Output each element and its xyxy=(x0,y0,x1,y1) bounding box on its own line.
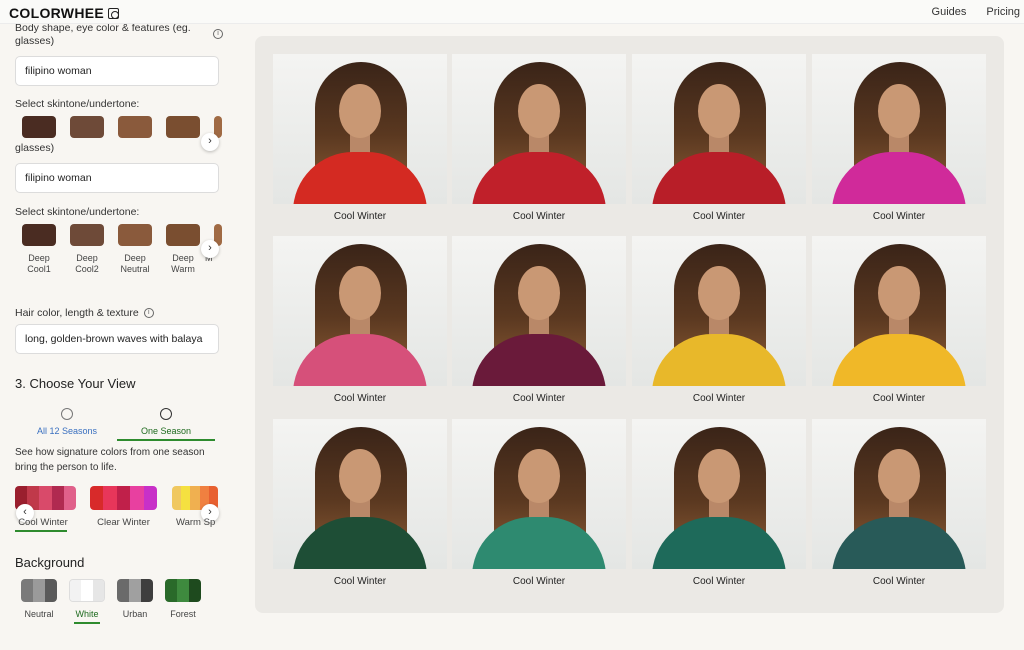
skintone-name: Deep Neutral xyxy=(120,253,150,274)
portrait-caption: Cool Winter xyxy=(872,211,926,222)
tab-one-season[interactable]: One Season xyxy=(116,408,216,436)
results-gallery: Cool Winter Cool Winter Cool Winter Cool Wi… xyxy=(255,36,1004,613)
skintone-name: Deep Cool1 xyxy=(27,253,51,274)
chevron-right-icon[interactable]: › xyxy=(201,133,219,151)
view-description: See how signature colors from one season… xyxy=(15,447,205,473)
logo-icon xyxy=(108,7,119,19)
background-label: Urban xyxy=(122,609,148,619)
portrait-caption: Cool Winter xyxy=(872,576,926,587)
skintone-label: Select skintone/undertone: xyxy=(15,98,140,110)
logo-text[interactable]: COLORWHEE xyxy=(9,5,104,21)
background-swatch-neutral[interactable] xyxy=(21,579,57,602)
skintone-swatch[interactable] xyxy=(166,224,200,246)
top-bar: COLORWHEE Guides Pricing xyxy=(0,0,1024,24)
sidebar: Body shape, eye color & features (eg. gl… xyxy=(0,24,232,650)
view-heading: 3. Choose Your View xyxy=(15,376,136,391)
portrait-image[interactable] xyxy=(632,419,806,569)
portrait-image[interactable] xyxy=(812,419,986,569)
active-palette-underline xyxy=(15,530,67,532)
portrait-image[interactable] xyxy=(452,419,626,569)
portrait-caption: Cool Winter xyxy=(512,576,566,587)
features-input[interactable]: filipino woman xyxy=(15,56,219,86)
features-label: Body shape, eye color & features (eg. gl… xyxy=(15,24,191,47)
tab-label: All 12 Seasons xyxy=(36,426,98,436)
app-logo[interactable]: COLORWHEE xyxy=(9,5,119,21)
wheel-icon xyxy=(160,408,172,420)
portrait-image[interactable] xyxy=(273,54,447,204)
skintone-swatch[interactable] xyxy=(118,224,152,246)
features-input-duplicate[interactable]: filipino woman xyxy=(15,163,219,193)
nav-guides[interactable]: Guides xyxy=(932,6,967,18)
portrait-image[interactable] xyxy=(632,54,806,204)
portrait-caption: Cool Winter xyxy=(692,211,746,222)
background-heading: Background xyxy=(15,555,85,570)
skintone-swatch[interactable] xyxy=(118,116,152,138)
hair-label-text: Hair color, length & texture xyxy=(15,307,139,319)
tab-all-seasons[interactable]: All 12 Seasons xyxy=(17,408,117,436)
portrait-caption: Cool Winter xyxy=(333,211,387,222)
portrait-image[interactable] xyxy=(452,236,626,386)
skintone-swatch[interactable] xyxy=(166,116,200,138)
skintone-label-duplicate: Select skintone/undertone: xyxy=(15,206,140,218)
top-nav: Guides Pricing xyxy=(932,6,1020,18)
active-tab-underline xyxy=(117,439,215,441)
portrait-caption: Cool Winter xyxy=(333,393,387,404)
background-label: Neutral xyxy=(24,609,54,619)
portrait-caption: Cool Winter xyxy=(692,576,746,587)
portrait-caption: Cool Winter xyxy=(512,393,566,404)
background-swatch-white[interactable] xyxy=(69,579,105,602)
background-swatch-forest[interactable] xyxy=(165,579,201,602)
nav-pricing[interactable]: Pricing xyxy=(986,6,1020,18)
background-swatch-urban[interactable] xyxy=(117,579,153,602)
palette-icon xyxy=(61,408,73,420)
portrait-image[interactable] xyxy=(452,54,626,204)
palette-label: Warm Sp xyxy=(176,517,216,528)
portrait-image[interactable] xyxy=(812,54,986,204)
portrait-caption: Cool Winter xyxy=(512,211,566,222)
palette-clear-winter[interactable] xyxy=(90,486,157,510)
info-icon[interactable]: i xyxy=(213,29,223,39)
tab-label: One Season xyxy=(140,426,192,436)
skintone-swatch[interactable] xyxy=(22,224,56,246)
chevron-right-icon[interactable]: › xyxy=(201,240,219,258)
portrait-image[interactable] xyxy=(273,419,447,569)
glasses-label: glasses) xyxy=(15,142,55,154)
skintone-swatch[interactable] xyxy=(70,116,104,138)
portrait-caption: Cool Winter xyxy=(692,393,746,404)
hair-label: Hair color, length & texture i xyxy=(15,307,154,320)
info-icon[interactable]: i xyxy=(143,308,154,319)
active-background-underline xyxy=(74,622,100,624)
skintone-swatch[interactable] xyxy=(22,116,56,138)
hair-input[interactable]: long, golden-brown waves with balaya xyxy=(15,324,219,354)
portrait-image[interactable] xyxy=(632,236,806,386)
portrait-caption: Cool Winter xyxy=(872,393,926,404)
skintone-swatch[interactable] xyxy=(70,224,104,246)
palette-label: Cool Winter xyxy=(18,517,68,528)
background-label: White xyxy=(75,609,99,619)
portrait-image[interactable] xyxy=(812,236,986,386)
skintone-name: Deep Cool2 xyxy=(75,253,99,274)
portrait-image[interactable] xyxy=(273,236,447,386)
skintone-name: Deep Warm xyxy=(171,253,195,274)
palette-label: Clear Winter xyxy=(97,517,150,528)
background-label: Forest xyxy=(170,609,196,619)
portrait-caption: Cool Winter xyxy=(333,576,387,587)
